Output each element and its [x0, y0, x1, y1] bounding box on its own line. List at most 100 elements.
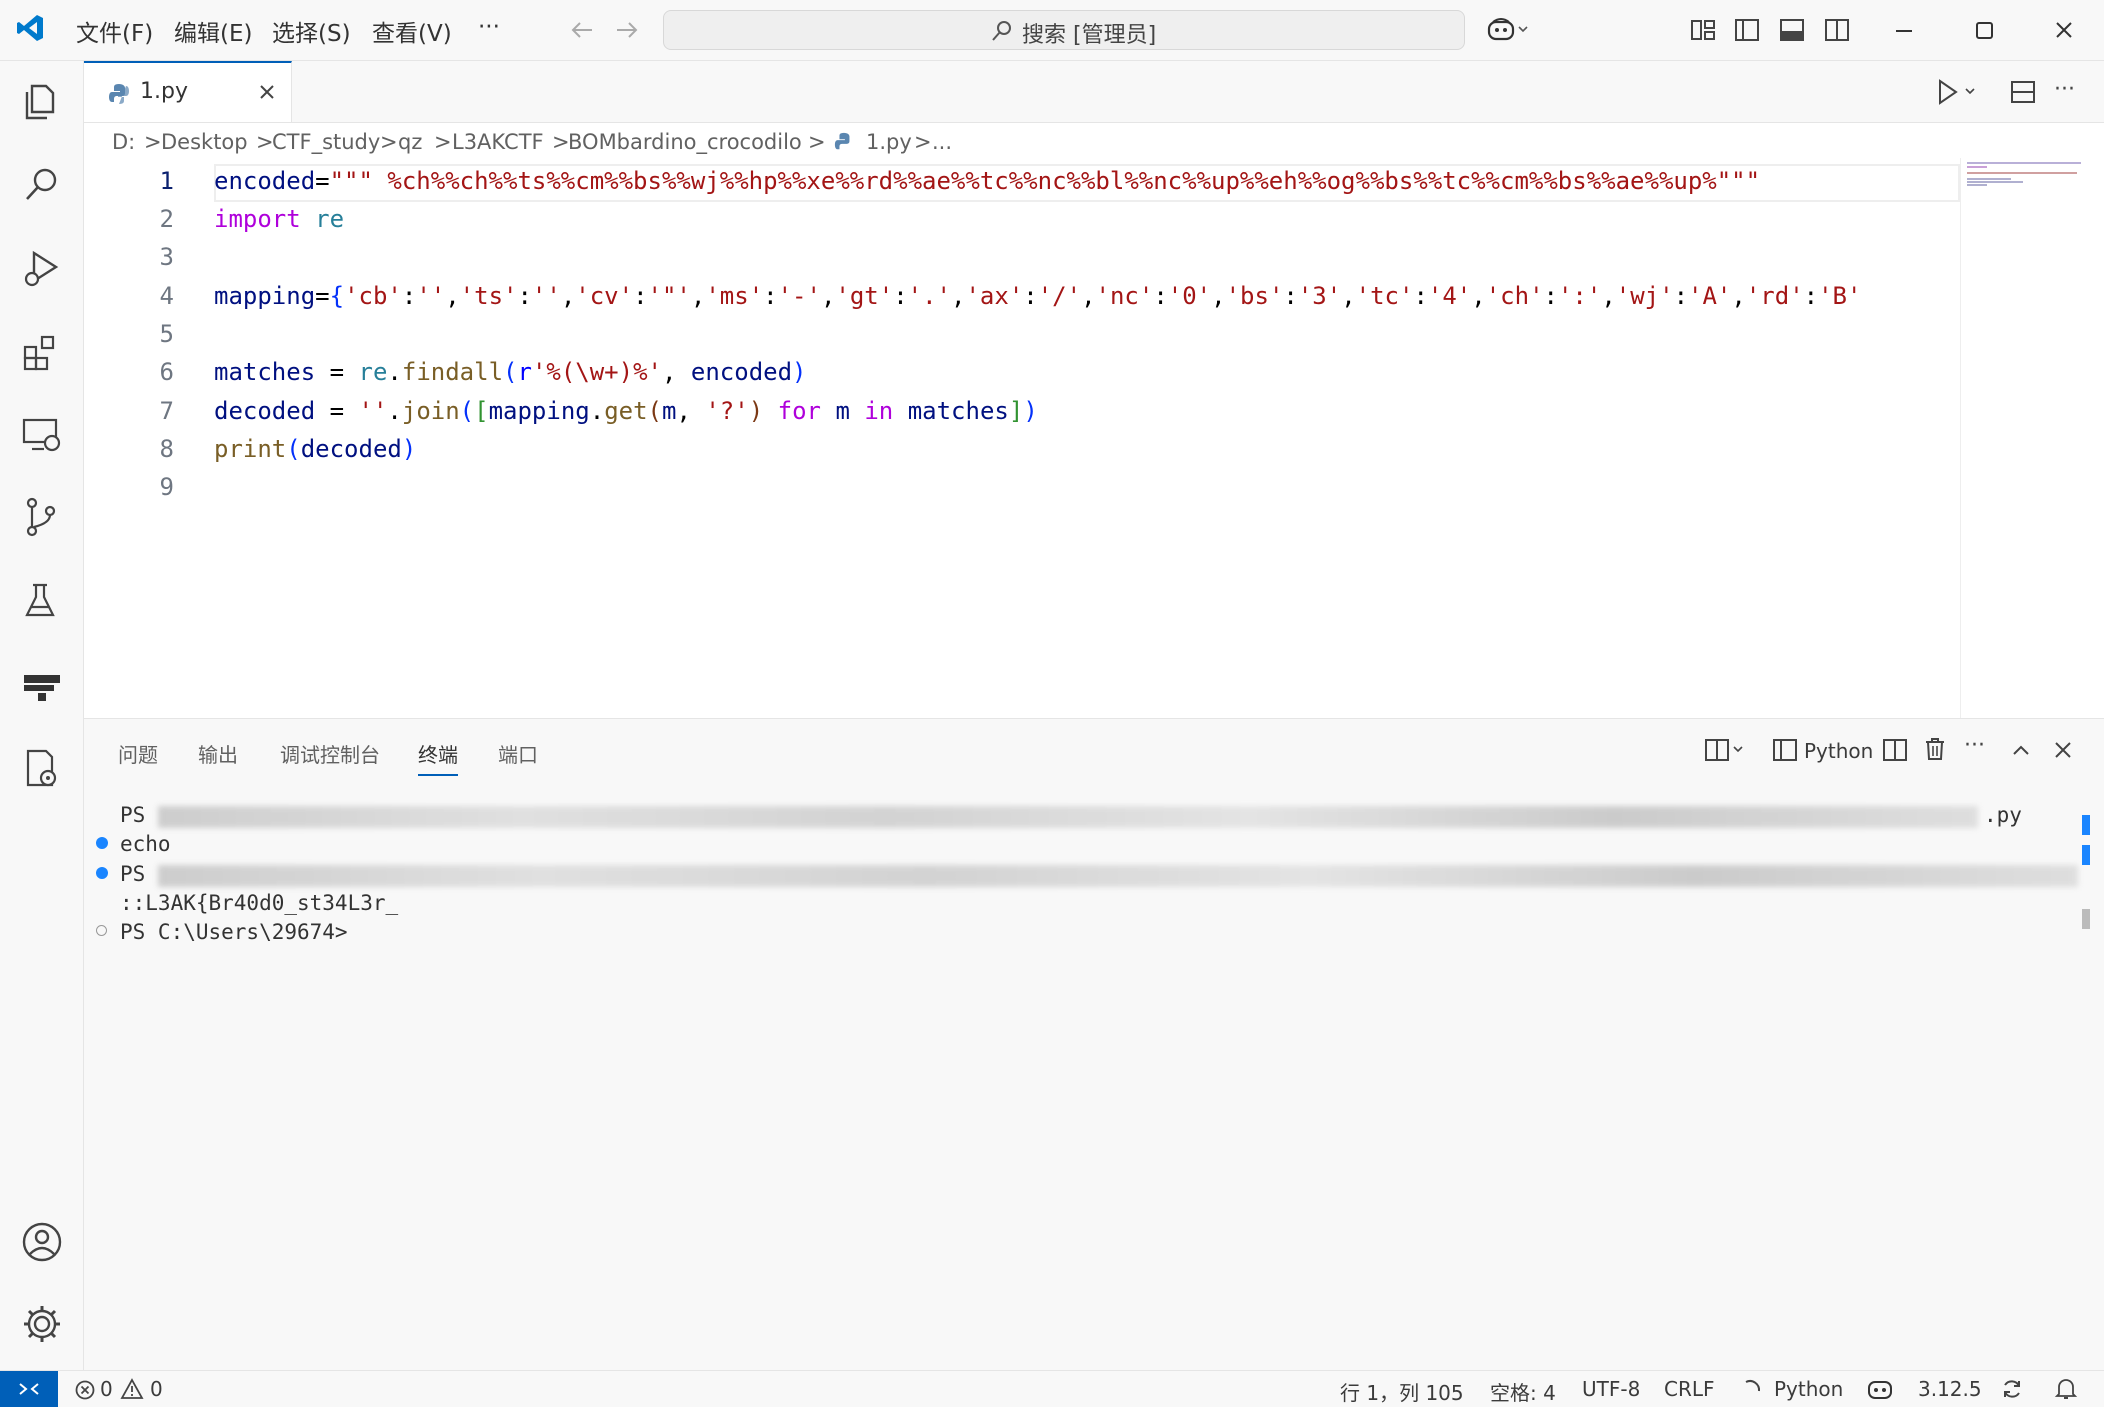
more-actions-icon[interactable]: ··· — [2054, 77, 2075, 102]
warning-count[interactable]: 0 — [150, 1377, 163, 1401]
manage-gear-icon[interactable] — [18, 1300, 66, 1348]
scrollbar-marker — [2082, 845, 2090, 865]
remote-indicator[interactable] — [0, 1371, 58, 1407]
sync-icon[interactable] — [2000, 1377, 2024, 1401]
more-actions-icon[interactable]: ··· — [1964, 733, 1985, 758]
terminal-name[interactable]: Python — [1804, 739, 1873, 763]
menu-view[interactable]: 查看(V) — [372, 14, 452, 48]
accounts-icon[interactable] — [18, 1218, 66, 1266]
menu-selection[interactable]: 选择(S) — [272, 14, 351, 48]
chevron-right-icon: > — [552, 130, 570, 154]
copilot-status-icon[interactable] — [1866, 1376, 1894, 1402]
source-control-icon[interactable] — [18, 493, 66, 541]
run-python-file-icon[interactable] — [1936, 77, 1980, 107]
python-version[interactable]: 3.12.5 — [1918, 1377, 1982, 1401]
vscode-logo-icon — [14, 12, 46, 44]
terminal-instance-icon[interactable] — [1772, 737, 1798, 763]
minimize-icon[interactable] — [1888, 14, 1920, 46]
code-line-4: mapping={'cb':'','ts':'','cv':'"','ms':'… — [214, 282, 1862, 310]
line-number: 3 — [159, 243, 174, 271]
command-decoration-icon[interactable] — [96, 867, 108, 879]
menu-file[interactable]: 文件(F) — [76, 14, 153, 48]
close-window-icon[interactable] — [2048, 14, 2080, 46]
line-number: 6 — [159, 358, 174, 386]
minimap[interactable] — [1960, 158, 2087, 718]
tab-ports[interactable]: 端口 — [498, 739, 538, 768]
chevron-right-icon: > — [256, 130, 274, 154]
run-and-debug-icon[interactable] — [18, 245, 66, 293]
menu-edit[interactable]: 编辑(E) — [174, 14, 252, 48]
scrollbar-marker — [2082, 909, 2090, 929]
toggle-primary-sidebar-icon[interactable] — [1731, 14, 1763, 46]
maximize-icon[interactable] — [1968, 14, 2000, 46]
bottom-panel: 问题 输出 调试控制台 终端 端口 Python ··· PS .py echo… — [84, 718, 2104, 1371]
terminal-prompt: PS C:\Users\29674> — [120, 920, 348, 944]
error-icon[interactable] — [74, 1379, 96, 1401]
extensions-icon[interactable] — [18, 329, 66, 377]
redacted-text — [158, 806, 1978, 828]
notifications-bell-icon[interactable] — [2054, 1376, 2078, 1402]
title-bar: 文件(F) 编辑(E) 选择(S) 查看(V) ··· 搜索 [管理员] — [0, 0, 2104, 61]
search-icon[interactable] — [18, 161, 66, 209]
code-line-7: decoded = ''.join([mapping.get(m, '?') f… — [214, 397, 1038, 425]
language-mode[interactable]: Python — [1774, 1377, 1843, 1401]
line-number: 5 — [159, 320, 174, 348]
breadcrumb-l3akctf[interactable]: L3AKCTF — [452, 130, 544, 154]
testing-icon[interactable] — [18, 577, 66, 625]
maximize-panel-icon[interactable] — [2008, 737, 2034, 763]
settings-sync-icon[interactable] — [18, 745, 66, 793]
tab-debug-console[interactable]: 调试控制台 — [280, 739, 380, 768]
explorer-icon[interactable] — [18, 78, 66, 126]
chevron-right-icon: > — [380, 130, 398, 154]
command-decoration-icon[interactable] — [96, 925, 107, 936]
error-count[interactable]: 0 — [100, 1377, 113, 1401]
warning-icon[interactable] — [120, 1378, 144, 1400]
tab-problems[interactable]: 问题 — [118, 739, 158, 768]
remote-explorer-icon[interactable] — [18, 411, 66, 459]
split-editor-icon[interactable] — [2008, 77, 2038, 107]
end-of-line[interactable]: CRLF — [1664, 1377, 1715, 1401]
code-editor[interactable]: 1 2 3 4 5 6 7 8 9 encoded=""" %ch%%ch%%t… — [84, 164, 1960, 717]
terminal-echo: echo — [120, 832, 171, 856]
chevron-right-icon: > — [914, 130, 932, 154]
toggle-panel-icon[interactable] — [1776, 14, 1808, 46]
customize-layout-icon[interactable] — [1687, 14, 1719, 46]
activity-bar — [0, 61, 84, 1370]
command-decoration-icon[interactable] — [96, 837, 108, 849]
copilot-icon[interactable] — [1486, 14, 1528, 46]
terminal-output[interactable]: PS .py echo PS ::L3AK{Br40d0_st34L3r_ PS… — [84, 789, 2104, 1369]
breadcrumb-folder[interactable]: BOMbardino_crocodilo — [568, 130, 802, 154]
indentation[interactable]: 空格: 4 — [1490, 1377, 1556, 1406]
status-bar: 0 0 行 1，列 105 空格: 4 UTF-8 CRLF Python 3.… — [0, 1370, 2104, 1407]
breadcrumb-desktop[interactable]: Desktop — [161, 130, 248, 154]
breadcrumb-file[interactable]: 1.py — [866, 130, 912, 154]
terminal-output-line: ::L3AK{Br40d0_st34L3r_ — [120, 891, 399, 915]
line-number: 8 — [159, 435, 174, 463]
trash-icon[interactable] — [1922, 736, 1948, 762]
docker-icon[interactable] — [18, 661, 66, 709]
forward-arrow-icon[interactable] — [611, 14, 643, 46]
tab-output[interactable]: 输出 — [198, 739, 238, 768]
search-label: 搜索 [管理员] — [1022, 23, 1157, 48]
toggle-secondary-sidebar-icon[interactable] — [1821, 14, 1853, 46]
breadcrumb-qz[interactable]: qz — [398, 130, 422, 154]
close-tab-icon[interactable] — [256, 81, 278, 103]
split-terminal-icon[interactable] — [1882, 737, 1908, 763]
breadcrumb-symbols[interactable]: ... — [932, 130, 952, 154]
cursor-position[interactable]: 行 1，列 105 — [1340, 1377, 1464, 1406]
scrollbar-marker — [2082, 815, 2090, 835]
new-terminal-layout-icon[interactable] — [1704, 737, 1748, 763]
menu-more[interactable]: ··· — [478, 14, 500, 40]
close-panel-icon[interactable] — [2050, 737, 2076, 763]
editor-tab-bar: 1.py ··· — [84, 61, 2104, 123]
breadcrumb-drive[interactable]: D: — [112, 130, 135, 154]
terminal-prompt-prefix: PS — [120, 803, 146, 827]
tab-terminal[interactable]: 终端 — [418, 739, 458, 776]
tab-1py[interactable]: 1.py — [84, 61, 292, 122]
breadcrumb-ctf-study[interactable]: CTF_study — [272, 130, 380, 154]
encoding[interactable]: UTF-8 — [1582, 1377, 1640, 1401]
code-line-8: print(decoded) — [214, 435, 417, 463]
python-file-icon — [834, 132, 854, 152]
command-center-search[interactable]: 搜索 [管理员] — [663, 10, 1465, 50]
back-arrow-icon[interactable] — [566, 14, 598, 46]
